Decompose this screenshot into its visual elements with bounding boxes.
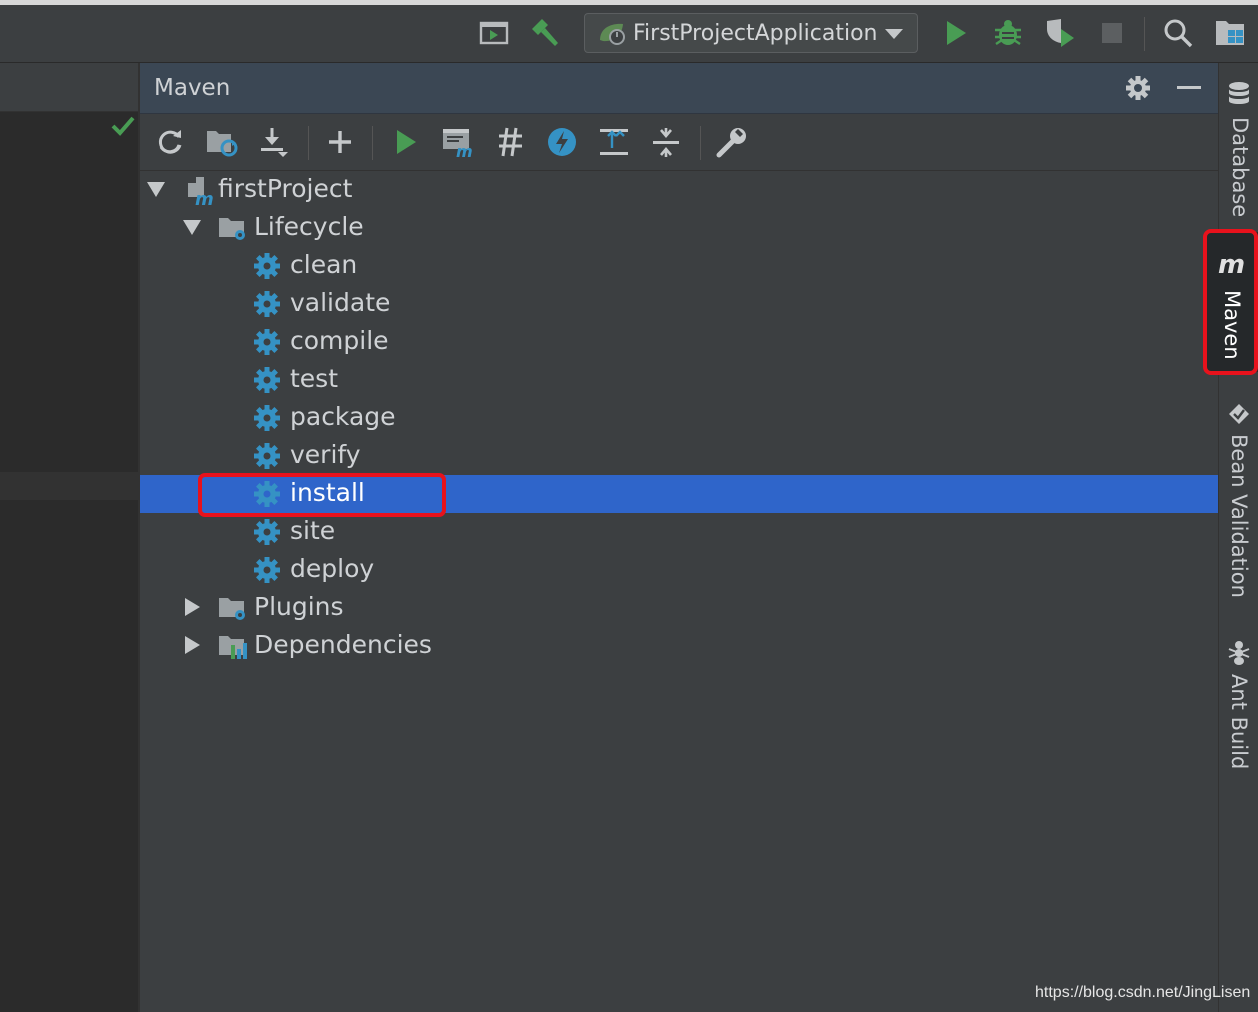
chevron-right-icon[interactable] [182,635,202,655]
tree-goal-clean[interactable]: clean [140,247,1218,285]
tree-goal-label: site [290,516,336,545]
tree-goal-label: package [290,402,396,431]
run-configuration-selector[interactable]: FirstProjectApplication [584,13,918,53]
panel-title: Maven [154,75,231,101]
chevron-down-icon [885,29,903,39]
tree-lifecycle-label: Lifecycle [254,212,364,241]
tab-bean-validation[interactable]: Bean Validation [1218,402,1258,602]
gear-icon [254,291,280,317]
toolbar-separator [1144,17,1145,51]
coverage-icon[interactable] [1042,15,1078,51]
minimize-icon[interactable] [1172,71,1206,105]
maven-panel: Maven m m firstProject Lifecycle clean v… [140,63,1218,1012]
lifecycle-folder-icon [219,218,245,240]
tab-database[interactable]: Database [1219,81,1258,241]
maven-tab-highlight-box [1203,229,1258,375]
tree-goal-label: clean [290,250,358,279]
tree-goal-test[interactable]: test [140,361,1218,399]
reload-icon[interactable] [152,124,188,160]
run-goal-icon[interactable] [388,124,424,160]
chevron-right-icon[interactable] [182,597,202,617]
toolbar-separator [372,126,373,160]
tree-goal-label: test [290,364,339,393]
gear-icon [254,329,280,355]
run-window-icon[interactable] [476,15,512,51]
install-highlight-box [198,473,446,517]
gear-icon [254,519,280,545]
project-structure-icon[interactable] [1212,15,1248,51]
watermark: https://blog.csdn.net/JingLisen [1035,984,1251,1001]
editor-tab-bar [0,63,138,112]
bean-validation-icon [1229,404,1249,424]
toolbar-separator [308,126,309,160]
maven-toolbar: m [140,114,1218,171]
plugins-folder-icon [219,598,245,620]
gear-icon [254,443,280,469]
tree-project-label: firstProject [218,174,353,203]
tree-goal-validate[interactable]: validate [140,285,1218,323]
chevron-down-icon[interactable] [146,179,166,199]
tree-goal-deploy[interactable]: deploy [140,551,1218,589]
execute-maven-goal-icon[interactable]: m [440,124,476,160]
dependencies-folder-icon [219,636,247,659]
tab-ant-build[interactable]: Ant Build [1218,640,1258,770]
svg-text:m: m [195,189,214,205]
editor-area [0,63,138,1012]
tab-ant-build-label: Ant Build [1227,674,1251,770]
collapse-all-icon[interactable] [648,124,684,160]
offline-mode-icon[interactable] [544,124,580,160]
tree-goal-label: deploy [290,554,375,583]
tab-database-label: Database [1228,117,1252,218]
tree-node-lifecycle[interactable]: Lifecycle [140,209,1218,247]
tree-goal-package[interactable]: package [140,399,1218,437]
tab-bean-validation-label: Bean Validation [1227,434,1251,598]
stop-icon[interactable] [1094,15,1130,51]
main-toolbar: FirstProjectApplication [0,5,1258,63]
tree-goal-verify[interactable]: verify [140,437,1218,475]
build-hammer-icon[interactable] [526,15,562,51]
tree-node-plugins[interactable]: Plugins [140,589,1218,627]
check-icon [110,115,136,141]
tree-node-dependencies[interactable]: Dependencies [140,627,1218,665]
skip-tests-icon[interactable] [492,124,528,160]
generate-sources-icon[interactable] [204,124,240,160]
database-icon [1229,82,1249,104]
spring-icon [597,20,627,46]
run-icon[interactable] [938,15,974,51]
ant-icon [1228,641,1250,665]
gear-icon [254,367,280,393]
tree-goal-compile[interactable]: compile [140,323,1218,361]
chevron-down-icon[interactable] [182,217,202,237]
maven-panel-header: Maven [140,63,1218,114]
tree-goal-label: verify [290,440,361,469]
tree-goal-site[interactable]: site [140,513,1218,551]
run-configuration-label: FirstProjectApplication [633,20,878,46]
expand-all-icon[interactable] [596,124,632,160]
debug-icon[interactable] [990,15,1026,51]
toolbar-separator [700,126,701,160]
add-icon[interactable] [322,124,358,160]
svg-text:m: m [456,142,473,158]
tree-goal-label: compile [290,326,389,355]
gear-icon [254,557,280,583]
maven-project-icon: m [188,177,214,205]
search-icon[interactable] [1160,15,1196,51]
tree-node-project[interactable]: m firstProject [140,171,1218,209]
gear-icon[interactable] [1121,71,1155,105]
tree-goal-label: validate [290,288,391,317]
maven-settings-icon[interactable] [714,124,750,160]
editor-current-line [0,472,138,500]
gear-icon [254,405,280,431]
tree-dependencies-label: Dependencies [254,630,432,659]
gear-icon [254,253,280,279]
download-icon[interactable] [256,124,292,160]
tree-plugins-label: Plugins [254,592,344,621]
